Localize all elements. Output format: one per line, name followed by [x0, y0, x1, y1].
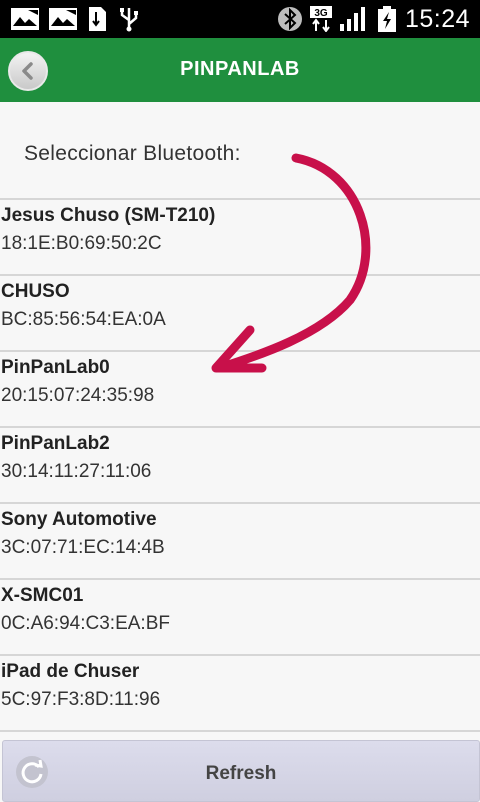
app-title: PINPANLAB: [180, 58, 300, 80]
list-item[interactable]: CHUSO BC:85:56:54:EA:0A: [0, 274, 480, 350]
list-item[interactable]: PinPanLab0 20:15:07:24:35:98: [0, 350, 480, 426]
device-mac-address: 20:15:07:24:35:98: [1, 385, 155, 406]
section-label: Seleccionar Bluetooth:: [24, 142, 241, 165]
usb-icon: [120, 8, 138, 32]
device-name: iPad de Chuser: [1, 661, 140, 682]
battery-charging-icon: [378, 6, 396, 32]
sd-card-icon: [89, 7, 106, 31]
image-icon: [49, 8, 77, 30]
list-item[interactable]: iPad de Chuser 5C:97:F3:8D:11:96: [0, 654, 480, 732]
status-bar: 3G 15:24: [0, 0, 480, 38]
list-item[interactable]: Jesus Chuso (SM-T210) 18:1E:B0:69:50:2C: [0, 198, 480, 274]
device-mac-address: 0C:A6:94:C3:EA:BF: [1, 613, 170, 634]
device-name: Jesus Chuso (SM-T210): [1, 205, 216, 226]
device-name: PinPanLab2: [1, 433, 110, 454]
list-item[interactable]: Sony Automotive 3C:07:71:EC:14:4B: [0, 502, 480, 578]
device-list: Jesus Chuso (SM-T210) 18:1E:B0:69:50:2C CH…: [0, 198, 480, 732]
device-name: Sony Automotive: [1, 509, 157, 530]
data-3g-icon: 3G: [310, 6, 332, 32]
device-mac-address: 30:14:11:27:11:06: [1, 461, 152, 482]
device-name: X-SMC01: [1, 585, 84, 606]
svg-text:3G: 3G: [314, 8, 328, 19]
list-item[interactable]: PinPanLab2 30:14:11:27:11:06: [0, 426, 480, 502]
device-mac-address: 5C:97:F3:8D:11:96: [1, 689, 161, 710]
image-icon: [11, 8, 39, 30]
device-mac-address: 18:1E:B0:69:50:2C: [1, 233, 162, 254]
app-header: PINPANLAB: [0, 38, 480, 102]
device-mac-address: 3C:07:71:EC:14:4B: [1, 537, 165, 558]
signal-icon: [340, 7, 365, 31]
clock: 15:24: [404, 5, 470, 33]
refresh-button[interactable]: Refresh: [2, 740, 480, 802]
device-name: CHUSO: [1, 281, 70, 302]
bluetooth-icon: [278, 7, 302, 31]
list-item[interactable]: X-SMC01 0C:A6:94:C3:EA:BF: [0, 578, 480, 654]
device-mac-address: BC:85:56:54:EA:0A: [1, 309, 166, 330]
device-name: PinPanLab0: [1, 357, 110, 378]
